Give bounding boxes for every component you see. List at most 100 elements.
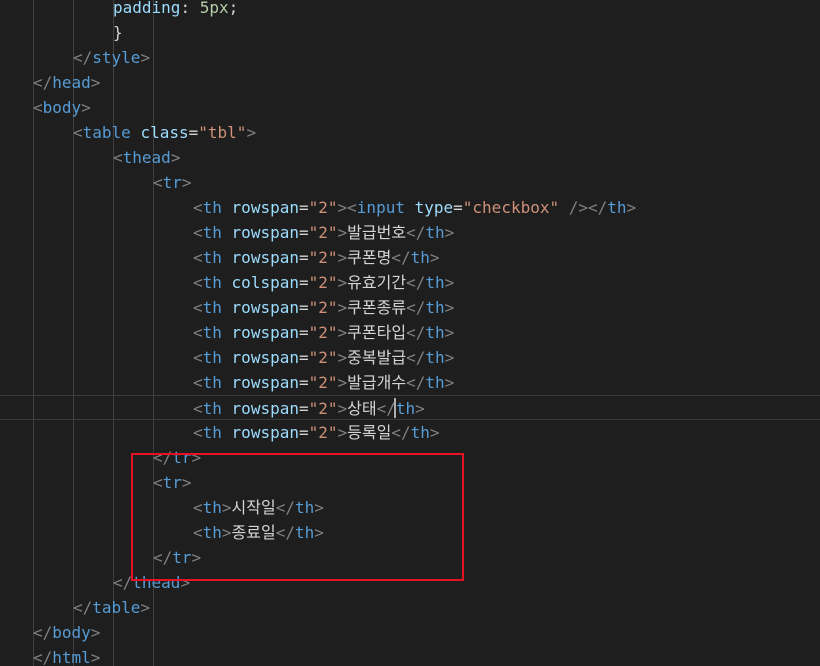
code-line[interactable]: <th rowspan="2">등록일</th> [0, 420, 820, 445]
code-line[interactable]: </table> [0, 595, 820, 620]
token-punct: > [444, 373, 455, 392]
token-text: ; [228, 0, 239, 17]
token-text: 쿠폰타입 [347, 323, 407, 342]
code-line[interactable]: } [0, 20, 820, 45]
token-punct: < [193, 223, 203, 242]
token-str: "2" [308, 399, 338, 418]
code-line[interactable]: <tr> [0, 170, 820, 195]
token-text: = [298, 198, 309, 217]
token-text: 등록일 [347, 423, 392, 442]
token-punct: < [193, 248, 203, 267]
token-num: 5px [199, 0, 229, 17]
token-tag: th [410, 423, 430, 442]
token-text: 쿠폰종류 [347, 298, 407, 317]
code-line[interactable]: <th rowspan="2">발급개수</th> [0, 370, 820, 395]
code-line[interactable]: <th rowspan="2"><input type="checkbox" /… [0, 195, 820, 220]
code-line[interactable]: <thead> [0, 145, 820, 170]
token-punct: </ [113, 573, 133, 592]
token-punct: > [444, 348, 455, 367]
token-punct: > [191, 548, 202, 567]
code-line[interactable]: padding: 5px; [0, 0, 820, 20]
token-punct: > [191, 448, 202, 467]
token-punct: </ [33, 648, 53, 666]
token-text: 쿠폰명 [347, 248, 392, 267]
token-punct: </ [33, 73, 53, 92]
token-punct: </ [391, 423, 411, 442]
token-punct: > [337, 273, 348, 292]
token-attr: class [140, 123, 189, 142]
token-tag: th [395, 399, 416, 418]
token-tag: th [202, 323, 222, 342]
code-line[interactable]: </body> [0, 620, 820, 645]
token-punct: > [337, 373, 348, 392]
code-line[interactable]: </style> [0, 45, 820, 70]
token-tag: th [294, 498, 315, 517]
token-punct: < [153, 173, 163, 192]
token-punct: < [193, 399, 203, 418]
code-line[interactable]: <th rowspan="2">상태</th> [0, 395, 820, 420]
token-text: = [298, 298, 309, 317]
token-text: = [298, 223, 309, 242]
token-punct: > [180, 573, 191, 592]
token-punct: < [113, 148, 123, 167]
code-line[interactable]: </head> [0, 70, 820, 95]
code-line[interactable]: </tr> [0, 445, 820, 470]
token-tag: body [42, 98, 82, 117]
token-punct: > [337, 323, 348, 342]
token-tag: th [202, 223, 222, 242]
token-punct: < [193, 373, 203, 392]
code-line[interactable]: <th rowspan="2">쿠폰명</th> [0, 245, 820, 270]
token-punct: > [337, 348, 348, 367]
token-str: "checkbox" [462, 198, 560, 217]
token-attr: rowspan [231, 223, 299, 242]
token-tag: th [202, 498, 222, 517]
code-line[interactable]: <th rowspan="2">쿠폰종류</th> [0, 295, 820, 320]
token-tag: th [202, 399, 222, 418]
token-punct: < [193, 523, 203, 542]
token-punct: > [246, 123, 257, 142]
code-line[interactable]: </tr> [0, 545, 820, 570]
code-line[interactable]: <th colspan="2">유효기간</th> [0, 270, 820, 295]
token-attr: rowspan [231, 198, 299, 217]
token-punct: > [444, 223, 455, 242]
token-text: = [453, 198, 463, 217]
token-attr: rowspan [231, 323, 299, 342]
token-punct: > [314, 498, 324, 517]
token-punct: </ [406, 348, 426, 367]
token-punct: < [193, 423, 203, 442]
code-line[interactable]: <th rowspan="2">중복발급</th> [0, 345, 820, 370]
code-line[interactable]: <th rowspan="2">발급번호</th> [0, 220, 820, 245]
token-text: 상태 [347, 399, 377, 418]
code-line[interactable]: <table class="tbl"> [0, 120, 820, 145]
token-text: = [298, 248, 309, 267]
token-tag: tr [172, 448, 192, 467]
code-line[interactable]: <th>시작일</th> [0, 495, 820, 520]
code-line[interactable]: </html> [0, 645, 820, 666]
code-line[interactable]: </thead> [0, 570, 820, 595]
token-punct: </ [275, 523, 295, 542]
token-tag: th [202, 248, 222, 267]
token-punct: </ [391, 248, 411, 267]
token-tag: th [425, 298, 445, 317]
code-editor[interactable]: padding: 5px;} </style> </head> <body> <tabl… [0, 0, 820, 666]
token-attr: rowspan [231, 348, 299, 367]
token-tag: th [294, 523, 315, 542]
code-line[interactable]: <body> [0, 95, 820, 120]
token-punct: > [81, 98, 91, 117]
token-punct: </ [406, 373, 426, 392]
token-str: "tbl" [198, 123, 247, 142]
token-punct: </ [153, 548, 173, 567]
code-line[interactable]: <th rowspan="2">쿠폰타입</th> [0, 320, 820, 345]
token-punct: </ [73, 48, 93, 67]
token-punct: < [193, 273, 203, 292]
code-line[interactable]: <th>종료일</th> [0, 520, 820, 545]
token-text: = [298, 348, 309, 367]
token-tag: th [425, 373, 445, 392]
token-text: = [298, 423, 309, 442]
code-line[interactable]: <tr> [0, 470, 820, 495]
token-punct: < [153, 473, 163, 492]
token-str: "2" [308, 298, 338, 317]
token-punct: < [33, 98, 43, 117]
